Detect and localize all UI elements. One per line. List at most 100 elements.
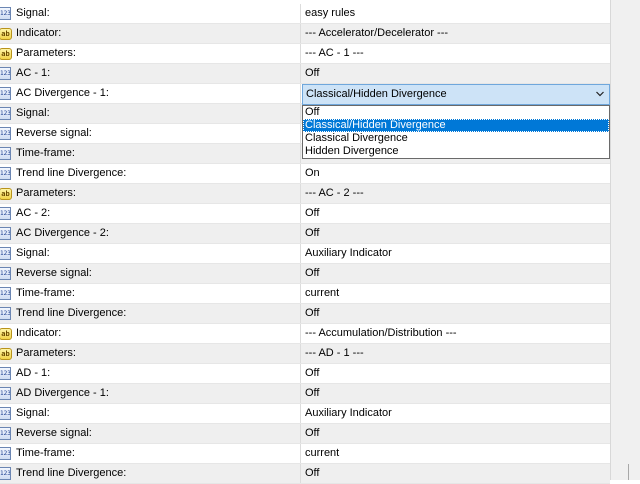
combobox-value: Classical/Hidden Divergence — [306, 88, 447, 100]
numeric-param-icon: 123 — [0, 67, 11, 80]
param-name-cell: 123 AD Divergence - 1: — [0, 384, 301, 403]
param-row[interactable]: 123 Time-frame: current — [0, 284, 610, 304]
param-row[interactable]: 123 AD - 1: Off — [0, 364, 610, 384]
param-name-cell: 123 Reverse signal: — [0, 264, 301, 283]
param-name: Trend line Divergence: — [16, 307, 127, 319]
param-name: Time-frame: — [16, 447, 75, 459]
string-param-icon: ab — [0, 48, 12, 60]
param-row[interactable]: ab Parameters: --- AC - 1 --- — [0, 44, 610, 64]
param-row[interactable]: ab Parameters: --- AD - 1 --- — [0, 344, 610, 364]
numeric-param-icon: 123 — [0, 387, 11, 400]
param-name-cell: 123 Signal: — [0, 404, 301, 423]
param-name: AD Divergence - 1: — [16, 387, 109, 399]
param-value[interactable]: --- AD - 1 --- — [305, 344, 364, 363]
numeric-param-icon: 123 — [0, 167, 11, 180]
param-value[interactable]: Off — [305, 224, 319, 243]
numeric-param-icon: 123 — [0, 87, 11, 100]
param-value[interactable]: On — [305, 164, 320, 183]
param-row[interactable]: 123 Trend line Divergence: Off — [0, 464, 610, 484]
param-value[interactable]: Off — [305, 264, 319, 283]
dropdown-option[interactable]: Hidden Divergence — [303, 145, 609, 158]
dropdown-option[interactable]: Off — [303, 106, 609, 119]
numeric-param-icon: 123 — [0, 307, 11, 320]
param-row[interactable]: 123 Trend line Divergence: Off — [0, 304, 610, 324]
param-row[interactable]: 123 AC - 2: Off — [0, 204, 610, 224]
param-name: AC Divergence - 2: — [16, 227, 109, 239]
param-name-cell: ab Parameters: — [0, 44, 301, 63]
param-row[interactable]: 123 Time-frame: current — [0, 444, 610, 464]
param-value[interactable]: --- Accelerator/Decelerator --- — [305, 24, 448, 43]
param-value[interactable]: --- AC - 2 --- — [305, 184, 364, 203]
param-name-cell: 123 AC - 1: — [0, 64, 301, 83]
param-value[interactable]: Off — [305, 424, 319, 443]
param-name: Signal: — [16, 407, 50, 419]
param-name: Signal: — [16, 247, 50, 259]
numeric-param-icon: 123 — [0, 267, 11, 280]
param-name: Trend line Divergence: — [16, 167, 127, 179]
param-name-cell: 123 Time-frame: — [0, 284, 301, 303]
dropdown-option[interactable]: Classical Divergence — [303, 132, 609, 145]
param-name: Parameters: — [16, 347, 76, 359]
param-name: Trend line Divergence: — [16, 467, 127, 479]
chevron-down-icon[interactable] — [596, 91, 604, 97]
param-name: Indicator: — [16, 27, 62, 39]
param-name: Time-frame: — [16, 147, 75, 159]
param-name-cell: 123 AC - 2: — [0, 204, 301, 223]
param-name: Parameters: — [16, 187, 76, 199]
param-row[interactable]: 123 Signal: easy rules — [0, 4, 610, 24]
ac-divergence-combobox[interactable]: Classical/Hidden Divergence — [302, 84, 610, 105]
numeric-param-icon: 123 — [0, 7, 11, 20]
param-row[interactable]: 123 Reverse signal: Off — [0, 264, 610, 284]
param-value[interactable]: Off — [305, 384, 319, 403]
param-value[interactable]: current — [305, 284, 339, 303]
param-name-cell: 123 Trend line Divergence: — [0, 304, 301, 323]
param-row[interactable]: ab Parameters: --- AC - 2 --- — [0, 184, 610, 204]
numeric-param-icon: 123 — [0, 147, 11, 160]
param-row[interactable]: 123 AC - 1: Off — [0, 64, 610, 84]
param-name-cell: 123 Signal: — [0, 104, 301, 123]
param-value[interactable]: current — [305, 444, 339, 463]
param-row[interactable]: 123 Signal: Auxiliary Indicator — [0, 244, 610, 264]
grid-side-panel — [610, 0, 640, 480]
numeric-param-icon: 123 — [0, 427, 11, 440]
panel-splitter[interactable] — [628, 464, 629, 480]
param-row[interactable]: 123 Signal: Auxiliary Indicator — [0, 404, 610, 424]
param-value[interactable]: Off — [305, 304, 319, 323]
param-value[interactable]: --- Accumulation/Distribution --- — [305, 324, 457, 343]
param-name-cell: 123 Signal: — [0, 244, 301, 263]
param-value[interactable]: Off — [305, 204, 319, 223]
param-value[interactable]: Auxiliary Indicator — [305, 244, 392, 263]
param-name-cell: ab Parameters: — [0, 184, 301, 203]
param-name: Parameters: — [16, 47, 76, 59]
numeric-param-icon: 123 — [0, 367, 11, 380]
param-name-cell: 123 Signal: — [0, 4, 301, 23]
param-value[interactable]: easy rules — [305, 4, 355, 23]
param-value[interactable]: Auxiliary Indicator — [305, 404, 392, 423]
param-row[interactable]: 123 Trend line Divergence: On — [0, 164, 610, 184]
param-row[interactable]: 123 Reverse signal: Off — [0, 424, 610, 444]
numeric-param-icon: 123 — [0, 107, 11, 120]
param-value[interactable]: Off — [305, 364, 319, 383]
param-row[interactable]: ab Indicator: --- Accelerator/Decelerator … — [0, 24, 610, 44]
numeric-param-icon: 123 — [0, 467, 11, 480]
dropdown-list: Off Classical/Hidden Divergence Classical … — [302, 105, 610, 159]
numeric-param-icon: 123 — [0, 407, 11, 420]
param-row[interactable]: ab Indicator: --- Accumulation/Distributio… — [0, 324, 610, 344]
param-value[interactable]: Off — [305, 64, 319, 83]
param-name: Signal: — [16, 107, 50, 119]
string-param-icon: ab — [0, 348, 12, 360]
param-row[interactable]: 123 AC Divergence - 2: Off — [0, 224, 610, 244]
param-value[interactable]: --- AC - 1 --- — [305, 44, 364, 63]
parameters-grid: 123 Signal: easy rules ab Indicator: --- Acce… — [0, 0, 640, 484]
param-name: Signal: — [16, 7, 50, 19]
dropdown-option[interactable]: Classical/Hidden Divergence — [303, 119, 609, 132]
param-name: AC Divergence - 1: — [16, 87, 109, 99]
param-name-cell: 123 Reverse signal: — [0, 124, 301, 143]
param-name-cell: 123 AC Divergence - 1: — [0, 84, 301, 103]
numeric-param-icon: 123 — [0, 287, 11, 300]
string-param-icon: ab — [0, 28, 12, 40]
param-value[interactable]: Off — [305, 464, 319, 483]
param-name: Time-frame: — [16, 287, 75, 299]
param-row[interactable]: 123 AD Divergence - 1: Off — [0, 384, 610, 404]
param-name-cell: 123 Reverse signal: — [0, 424, 301, 443]
